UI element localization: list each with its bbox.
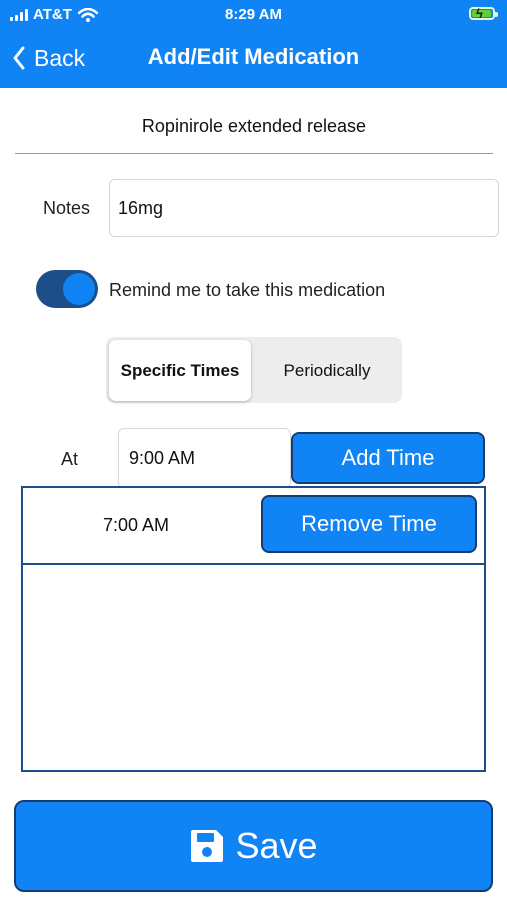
notes-label: Notes xyxy=(43,198,91,218)
save-button[interactable]: Save xyxy=(14,800,493,892)
charging-bolt-icon: ϟ xyxy=(476,6,483,21)
page-title: Add/Edit Medication xyxy=(147,44,360,69)
floppy-disk-icon xyxy=(191,830,224,862)
remove-time-button[interactable]: Remove Time xyxy=(261,495,477,553)
at-label: At xyxy=(61,449,79,469)
notes-input[interactable] xyxy=(109,179,499,237)
status-time: 8:29 AM xyxy=(225,6,282,23)
times-list: 7:00 AM Remove Time xyxy=(21,486,486,772)
save-label: Save xyxy=(235,825,318,866)
battery-icon: ϟ xyxy=(469,6,498,21)
nav-header: AT&T 8:29 AM ϟ Back Add/Edit Medication xyxy=(0,0,507,88)
time-input[interactable] xyxy=(118,428,291,488)
reminder-toggle[interactable] xyxy=(36,270,98,308)
reminder-label: Remind me to take this medication xyxy=(109,280,386,300)
divider xyxy=(15,153,493,154)
toggle-knob xyxy=(63,273,95,305)
list-item: 7:00 AM Remove Time xyxy=(23,488,484,565)
segment-specific-times[interactable]: Specific Times xyxy=(109,340,251,401)
add-time-button[interactable]: Add Time xyxy=(291,432,485,484)
segment-periodically[interactable]: Periodically xyxy=(253,340,401,401)
medication-name[interactable]: Ropinirole extended release xyxy=(15,116,493,137)
scheduled-time: 7:00 AM xyxy=(103,515,170,535)
